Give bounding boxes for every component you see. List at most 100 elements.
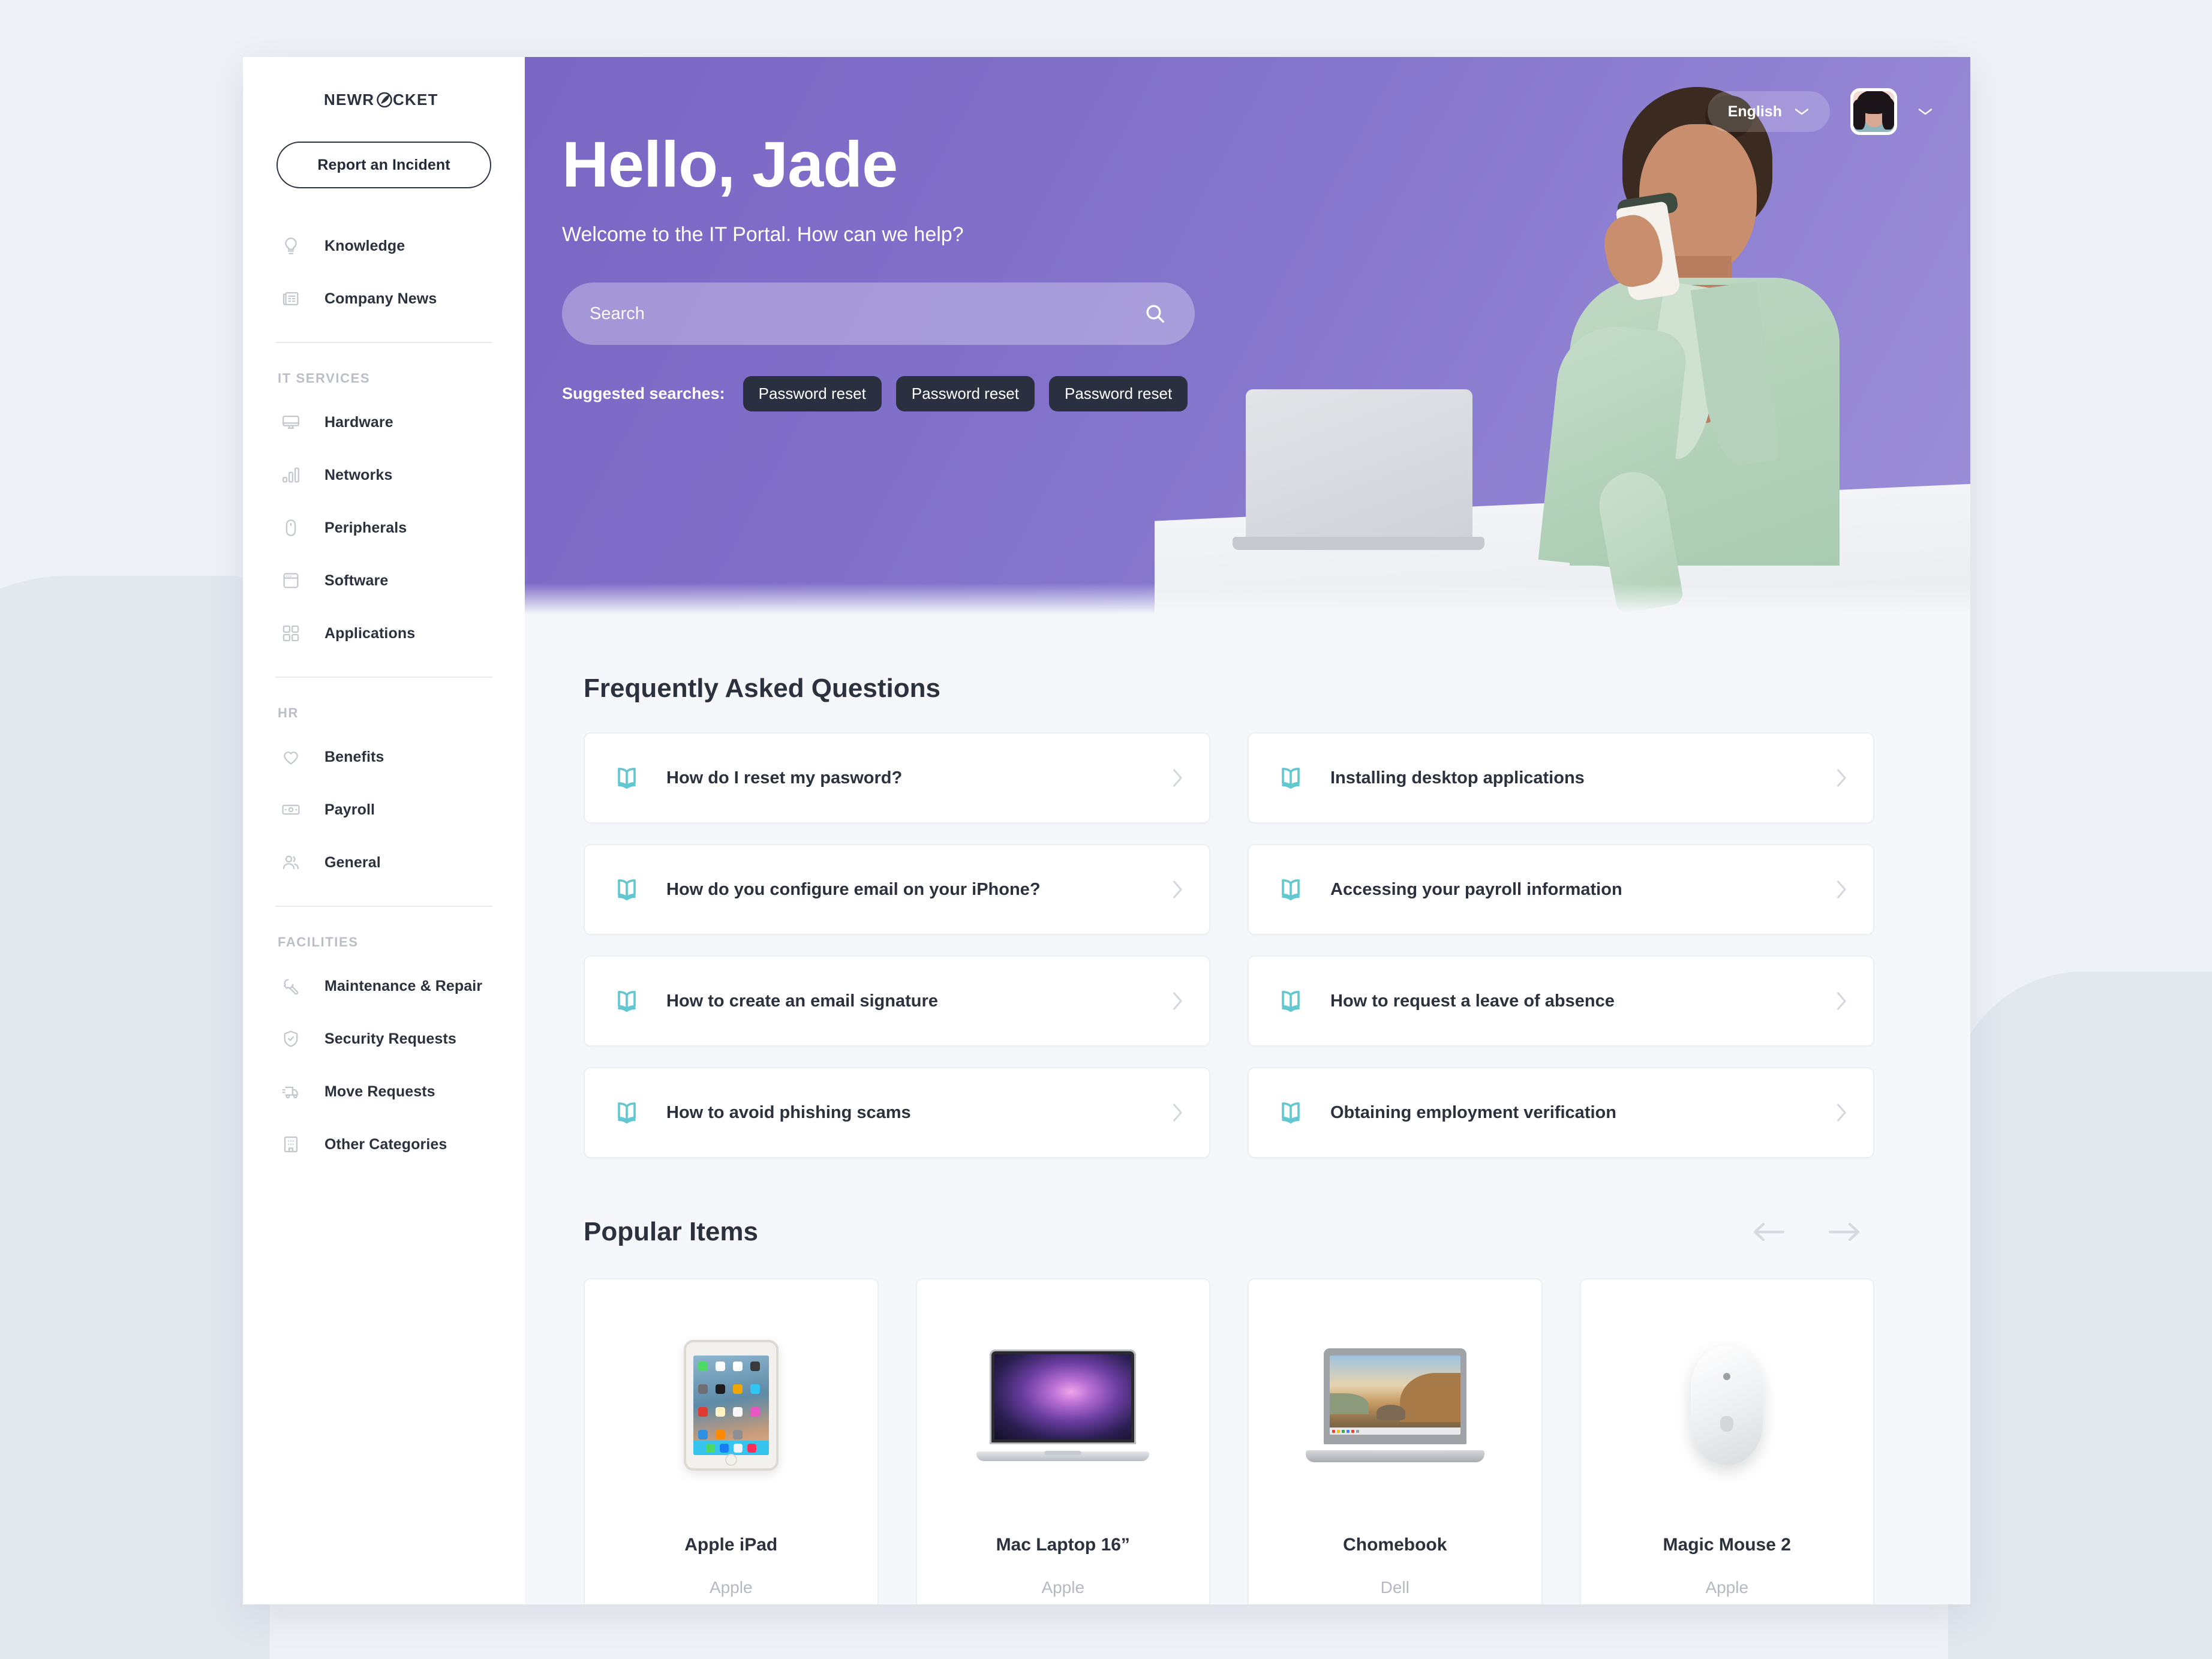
- hero-bottom-fade: [525, 567, 1970, 621]
- product-card[interactable]: Mac Laptop 16” Apple: [915, 1278, 1210, 1604]
- faq-card[interactable]: How to avoid phishing scams: [584, 1067, 1210, 1158]
- hero-laptop-base: [1233, 537, 1484, 550]
- background-decoration-left: [0, 576, 270, 1659]
- suggested-chip[interactable]: Password reset: [895, 376, 1035, 412]
- sidebar-divider: [275, 906, 492, 907]
- chromebook-photo: [1249, 1279, 1541, 1531]
- magic-mouse-photo: [1581, 1279, 1874, 1531]
- wrench-icon: [278, 973, 304, 999]
- macbook-photo: [917, 1279, 1210, 1531]
- sidebar-item-label: Peripherals: [324, 519, 407, 536]
- arrow-right-icon[interactable]: [1828, 1221, 1861, 1243]
- faq-section-title: Frequently Asked Questions: [584, 674, 940, 703]
- faq-card[interactable]: How to create an email signature: [584, 955, 1210, 1047]
- product-name: Magic Mouse 2: [1663, 1535, 1791, 1555]
- sidebar-item-label: General: [324, 853, 381, 871]
- sidebar-item-maintenance-repair[interactable]: Maintenance & Repair: [274, 960, 494, 1012]
- sidebar-item-label: Knowledge: [324, 237, 405, 254]
- book-icon: [1275, 874, 1306, 905]
- product-vendor: Apple: [709, 1578, 753, 1597]
- search-bar[interactable]: [562, 282, 1195, 345]
- faq-card-label: How to avoid phishing scams: [666, 1102, 911, 1122]
- sidebar-item-payroll[interactable]: Payroll: [274, 783, 494, 836]
- popular-items-header: Popular Items: [584, 1217, 1874, 1247]
- sidebar-item-label: Security Requests: [324, 1030, 456, 1047]
- faq-card[interactable]: How do I reset my pasword?: [584, 732, 1210, 824]
- product-card[interactable]: Chomebook Dell: [1248, 1278, 1543, 1604]
- sidebar-divider: [275, 677, 492, 678]
- carousel-controls: [1752, 1221, 1874, 1243]
- faq-card[interactable]: How to request a leave of absence: [1248, 955, 1874, 1047]
- hero-person: [1532, 87, 1868, 615]
- sidebar-item-peripherals[interactable]: Peripherals: [274, 501, 494, 554]
- sidebar-item-networks[interactable]: Networks: [274, 449, 494, 501]
- chevron-right-icon: [1835, 991, 1848, 1011]
- chevron-right-icon: [1835, 768, 1848, 788]
- ipad-photo: [585, 1279, 877, 1531]
- sidebar-item-other-categories[interactable]: Other Categories: [274, 1118, 494, 1171]
- search-icon[interactable]: [1143, 302, 1167, 326]
- sidebar-item-knowledge[interactable]: Knowledge: [274, 220, 494, 272]
- product-name: Mac Laptop 16”: [996, 1535, 1130, 1555]
- arrow-left-icon[interactable]: [1752, 1221, 1786, 1243]
- faq-card[interactable]: How do you configure email on your iPhon…: [584, 844, 1210, 935]
- popular-items-title: Popular Items: [584, 1217, 758, 1246]
- sidebar: NEWR CKET Report an Incident Knowledge C…: [243, 57, 525, 1604]
- truck-icon: [278, 1078, 304, 1105]
- building-icon: [278, 1131, 304, 1158]
- window-icon: [278, 567, 304, 594]
- product-name: Apple iPad: [684, 1535, 778, 1555]
- avatar[interactable]: [1850, 88, 1897, 135]
- book-icon: [611, 985, 642, 1017]
- sidebar-item-label: Payroll: [324, 801, 375, 818]
- faq-card[interactable]: Accessing your payroll information: [1248, 844, 1874, 935]
- sidebar-item-hardware[interactable]: Hardware: [274, 396, 494, 449]
- faq-card-label: Obtaining employment verification: [1330, 1102, 1616, 1122]
- product-card[interactable]: Magic Mouse 2 Apple: [1579, 1278, 1874, 1604]
- newspaper-icon: [278, 285, 304, 312]
- product-vendor: Apple: [1041, 1578, 1085, 1597]
- sidebar-item-applications[interactable]: Applications: [274, 607, 494, 660]
- faq-header: Frequently Asked Questions: [584, 674, 1874, 704]
- sidebar-item-move-requests[interactable]: Move Requests: [274, 1065, 494, 1118]
- brand-logo[interactable]: NEWR CKET: [274, 90, 494, 110]
- sidebar-item-general[interactable]: General: [274, 836, 494, 889]
- main-content: English Hello, Jade Welcome to the IT Po…: [525, 57, 1970, 1604]
- book-icon: [611, 1097, 642, 1128]
- sidebar-item-company-news[interactable]: Company News: [274, 272, 494, 325]
- product-card[interactable]: Apple iPad Apple: [584, 1278, 879, 1604]
- lightbulb-icon: [278, 233, 304, 259]
- search-input[interactable]: [590, 303, 1143, 324]
- product-name: Chomebook: [1343, 1535, 1447, 1555]
- book-icon: [1275, 762, 1306, 794]
- sidebar-item-security-requests[interactable]: Security Requests: [274, 1012, 494, 1065]
- faq-card-label: Accessing your payroll information: [1330, 879, 1622, 899]
- suggested-chip[interactable]: Password reset: [743, 376, 882, 412]
- faq-card[interactable]: Obtaining employment verification: [1248, 1067, 1874, 1158]
- suggested-chip[interactable]: Password reset: [1048, 376, 1188, 412]
- page-canvas: NEWR CKET Report an Incident Knowledge C…: [0, 0, 2212, 1659]
- report-incident-button[interactable]: Report an Incident: [276, 142, 491, 188]
- language-selector[interactable]: English: [1707, 91, 1830, 132]
- sidebar-item-label: Applications: [324, 624, 416, 642]
- heart-icon: [278, 744, 304, 770]
- suggested-searches-label: Suggested searches:: [562, 384, 725, 403]
- sidebar-item-software[interactable]: Software: [274, 554, 494, 607]
- account-chevron-down-icon[interactable]: [1918, 107, 1933, 116]
- sidebar-item-label: Other Categories: [324, 1135, 447, 1153]
- svg-text:CKET: CKET: [393, 91, 438, 109]
- sidebar-item-benefits[interactable]: Benefits: [274, 731, 494, 783]
- faq-card[interactable]: Installing desktop applications: [1248, 732, 1874, 824]
- product-vendor: Apple: [1705, 1578, 1749, 1597]
- chevron-right-icon: [1835, 879, 1848, 900]
- shield-check-icon: [278, 1026, 304, 1052]
- sidebar-item-label: Benefits: [324, 748, 384, 765]
- chevron-right-icon: [1171, 1102, 1184, 1123]
- book-icon: [1275, 1097, 1306, 1128]
- mouse-icon: [278, 515, 304, 541]
- sidebar-item-label: Networks: [324, 466, 393, 483]
- chevron-right-icon: [1171, 879, 1184, 900]
- book-icon: [611, 762, 642, 794]
- sidebar-nav: Knowledge Company News IT SERVICES Hardw…: [274, 220, 494, 1171]
- sidebar-divider: [275, 342, 492, 343]
